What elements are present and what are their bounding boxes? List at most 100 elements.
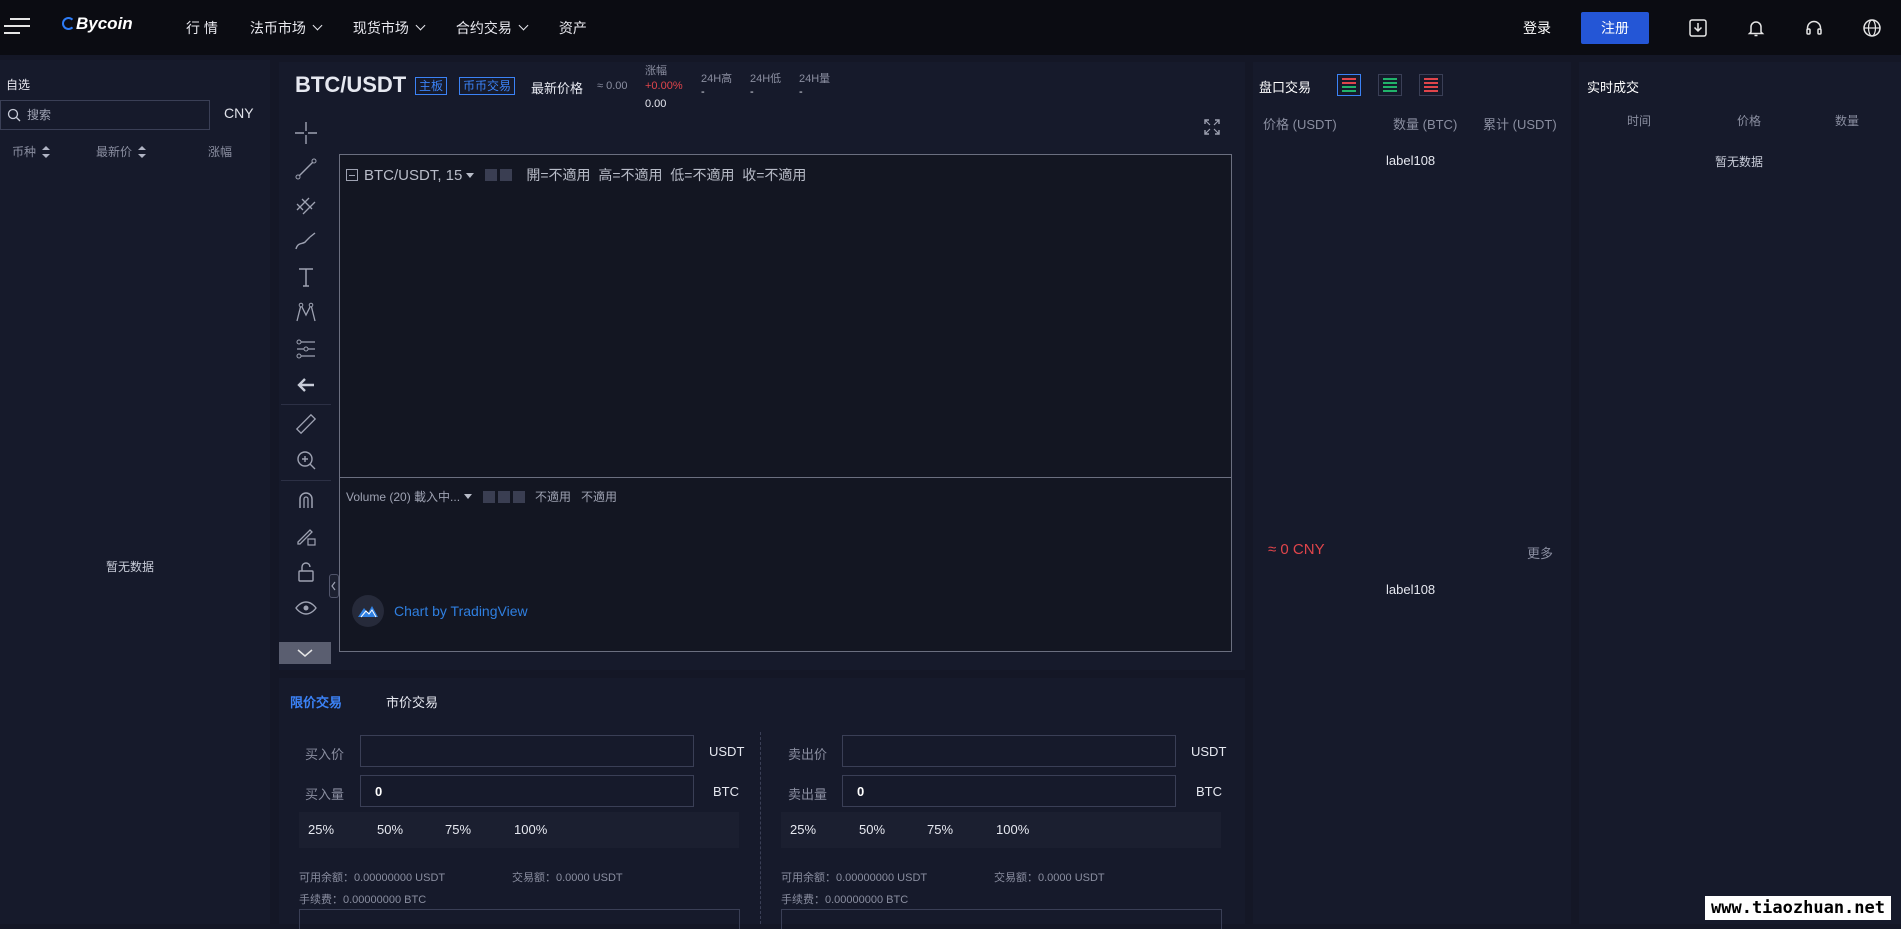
collapse-toolbar-handle[interactable] [329, 574, 339, 598]
low-24h-label: 24H低 [750, 70, 781, 86]
login-link[interactable]: 登录 [1523, 18, 1551, 38]
symbol-interval[interactable]: BTC/USDT, 15 [364, 167, 462, 184]
volume-24h-label: 24H量 [799, 70, 830, 86]
bids-list: label108 [1386, 582, 1435, 597]
book-both-icon[interactable] [1337, 74, 1361, 96]
close-icon[interactable] [513, 491, 525, 503]
register-button[interactable]: 注册 [1581, 12, 1649, 44]
fib-icon[interactable] [293, 192, 319, 218]
price-chart[interactable]: BTC/USDT, 15 開=不適用 高=不適用 低=不適用 收=不適用 Vol… [339, 154, 1232, 652]
buy-pct-50[interactable]: 50% [377, 822, 403, 837]
latest-price-approx: ≈ 0.00 [597, 80, 628, 92]
buy-pct-25[interactable]: 25% [308, 822, 334, 837]
nav-fiat-market[interactable]: 法币市场 [250, 18, 321, 38]
nav-spot-market[interactable]: 现货市场 [353, 18, 424, 38]
sell-submit-button[interactable] [781, 909, 1222, 929]
trades-empty-state: 暂无数据 [1715, 153, 1763, 170]
prediction-icon[interactable] [293, 336, 319, 362]
buy-amount-unit: BTC [713, 784, 739, 799]
pane-divider[interactable] [340, 477, 1231, 478]
trendline-icon[interactable] [293, 156, 319, 182]
currency-toggle[interactable]: CNY [224, 105, 254, 121]
buy-available: 可用余额：0.00000000 USDT [299, 869, 445, 885]
sell-amount-unit: BTC [1196, 784, 1222, 799]
sell-percent-row: 25% 50% 75% 100% [781, 812, 1221, 848]
tag-spot-trading: 币币交易 [459, 77, 515, 95]
eye-icon[interactable] [293, 595, 319, 621]
buy-trade-amount: 交易额：0.0000 USDT [512, 869, 623, 885]
hamburger-menu-icon[interactable] [4, 18, 30, 36]
unlock-icon[interactable] [293, 559, 319, 585]
sell-pct-75[interactable]: 75% [927, 822, 953, 837]
column-coin[interactable]: 币种 [12, 143, 50, 160]
fullscreen-icon[interactable] [1203, 118, 1221, 141]
pattern-icon[interactable] [293, 300, 319, 326]
search-input[interactable] [27, 106, 197, 124]
buy-price-input[interactable] [360, 735, 694, 767]
pair-title: BTC/USDT [295, 72, 406, 98]
orderbook-title: 盘口交易 [1259, 77, 1311, 96]
column-latest-price[interactable]: 最新价 [96, 143, 146, 160]
volume-title[interactable]: Volume (20) 載入中... [346, 488, 460, 505]
sell-pct-25[interactable]: 25% [790, 822, 816, 837]
watchlist-title: 自选 [6, 76, 30, 93]
nav-contract-trading[interactable]: 合约交易 [456, 18, 527, 38]
crosshair-icon[interactable] [293, 120, 319, 146]
eye-icon[interactable] [483, 491, 495, 503]
magnet-icon[interactable] [293, 487, 319, 513]
arrow-left-icon[interactable] [293, 372, 319, 398]
book-bids-icon[interactable] [1378, 74, 1402, 96]
ruler-icon[interactable] [293, 411, 319, 437]
tradingview-link[interactable]: Chart by TradingView [394, 603, 528, 619]
sell-available: 可用余额：0.00000000 USDT [781, 869, 927, 885]
brand-logo[interactable]: Bycoin [62, 14, 133, 34]
chevron-down-icon [415, 21, 425, 31]
orderbook-panel: 盘口交易 价格 (USDT) 数量 (BTC) 累计 (USDT) label1… [1253, 62, 1571, 924]
sell-pct-100[interactable]: 100% [996, 822, 1029, 837]
sell-pct-50[interactable]: 50% [859, 822, 885, 837]
tradingview-logo-icon [352, 595, 384, 627]
expand-toolbar-button[interactable] [279, 642, 331, 664]
tab-market-order[interactable]: 市价交易 [386, 692, 438, 711]
tab-limit-order[interactable]: 限价交易 [290, 692, 342, 711]
zoom-in-icon[interactable] [293, 447, 319, 473]
sell-price-label: 卖出价 [788, 744, 827, 763]
draw-lock-icon[interactable] [293, 523, 319, 549]
trades-title: 实时成交 [1587, 77, 1639, 96]
nav-assets[interactable]: 资产 [559, 18, 587, 38]
chevron-down-icon [296, 648, 314, 658]
sell-price-input[interactable] [842, 735, 1176, 767]
sell-amount-input[interactable] [842, 775, 1176, 807]
buy-amount-input[interactable] [360, 775, 694, 807]
download-icon[interactable] [1669, 0, 1727, 55]
tradingview-attribution[interactable]: Chart by TradingView [352, 595, 528, 627]
high-24h-value: - [701, 86, 705, 98]
buy-submit-button[interactable] [299, 909, 740, 929]
headset-icon[interactable] [1785, 0, 1843, 55]
column-change[interactable]: 涨幅 [208, 143, 232, 160]
text-tool-icon[interactable] [293, 264, 319, 290]
caret-down-icon [464, 494, 472, 499]
buy-pct-100[interactable]: 100% [514, 822, 547, 837]
nav-market[interactable]: 行 情 [186, 18, 218, 38]
book-asks-icon[interactable] [1419, 74, 1443, 96]
chevron-down-icon [312, 21, 322, 31]
buy-pct-75[interactable]: 75% [445, 822, 471, 837]
trades-col-amount: 数量 [1835, 112, 1859, 129]
buy-fee: 手续费：0.00000000 BTC [299, 891, 426, 907]
sort-icon [42, 146, 50, 158]
globe-icon[interactable] [1843, 0, 1901, 55]
settings-icon[interactable] [485, 169, 497, 181]
bell-icon[interactable] [1727, 0, 1785, 55]
collapse-legend-icon[interactable] [346, 169, 358, 181]
more-link[interactable]: 更多 [1527, 543, 1553, 562]
asks-list: label108 [1386, 153, 1435, 168]
watchlist-panel: 自选 CNY 币种 最新价 涨幅 暂无数据 [0, 60, 270, 924]
brush-icon[interactable] [293, 228, 319, 254]
sell-fee: 手续费：0.00000000 BTC [781, 891, 908, 907]
sell-trade-amount: 交易额：0.0000 USDT [994, 869, 1105, 885]
buy-price-unit: USDT [709, 744, 744, 759]
settings-icon[interactable] [498, 491, 510, 503]
close-icon[interactable] [500, 169, 512, 181]
empty-state: 暂无数据 [106, 558, 154, 575]
